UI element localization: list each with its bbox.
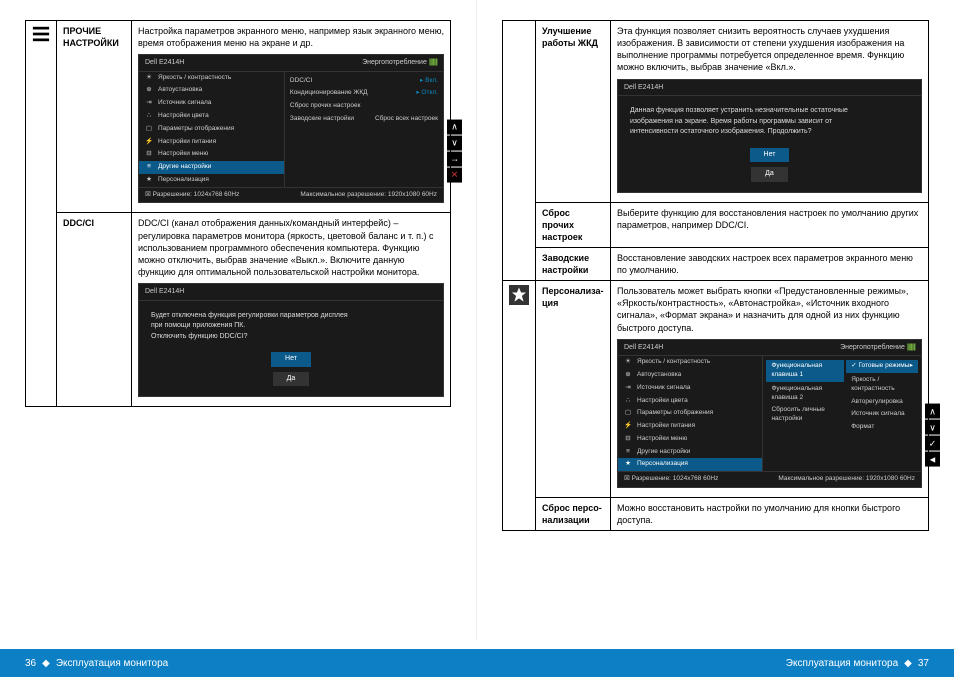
row-desc: Пользователь может выбрать кнопки «Преду… <box>611 281 929 498</box>
row-desc: Восстановление заводских настроек всех п… <box>611 247 929 280</box>
row-label: Персонализа­ция <box>536 281 611 498</box>
osd-other-settings: Dell E2414HЭнергопотребление |||||||||| … <box>138 54 444 203</box>
row-desc: Настройка параметров экранного меню, нап… <box>132 21 451 213</box>
table-row: Заводские настройки Восстановление завод… <box>503 247 929 280</box>
page-spread: ПРОЧИЕ НАСТРОЙКИ Настройка параметров эк… <box>0 0 954 640</box>
row-desc: Выберите функцию для восстановления наст… <box>611 202 929 247</box>
dialog-no-button: Нет <box>271 352 311 367</box>
osd-ddcci-dialog: Dell E2414H Будет отключена функция регу… <box>138 283 444 397</box>
nav-up-icon: ∧ <box>447 119 462 134</box>
table-row: Персонализа­ция Пользователь может выбра… <box>503 281 929 498</box>
row-label: Сброс прочих настроек <box>536 202 611 247</box>
nav-back-icon: ◄ <box>925 452 940 467</box>
row-label: DDC/CI <box>57 213 132 407</box>
osd-nav-buttons: ∧∨→✕ <box>447 119 462 182</box>
table-page37: Улучшение работы ЖКД Эта функция позволя… <box>502 20 929 531</box>
row-label: ПРОЧИЕ НАСТРОЙКИ <box>57 21 132 213</box>
table-row: Сброс прочих настроек Выберите функцию д… <box>503 202 929 247</box>
dialog-yes-button: Да <box>751 167 788 182</box>
row-desc: DDC/CI (канал отображения данных/командн… <box>132 213 451 407</box>
footer-right: Эксплуатация монитора◆37 <box>786 658 929 669</box>
nav-down-icon: ∨ <box>925 420 940 435</box>
section-icon-cell <box>503 21 536 281</box>
nav-right-icon: → <box>447 151 462 166</box>
menu-list-icon <box>32 35 50 45</box>
nav-ok-icon: ✓ <box>925 436 940 451</box>
dialog-yes-button: Да <box>273 372 310 387</box>
section-icon-cell <box>26 21 57 407</box>
table-row: Улучшение работы ЖКД Эта функция позволя… <box>503 21 929 203</box>
row-desc: Эта функция позволяет снизить вероятност… <box>611 21 929 203</box>
table-row: Сброс персо­нализации Можно восстановить… <box>503 497 929 530</box>
row-desc: Можно восстановить настройки по умолчани… <box>611 497 929 530</box>
osd-nav-buttons: ∧∨✓◄ <box>925 404 940 467</box>
row-label: Заводские настройки <box>536 247 611 280</box>
dialog-no-button: Нет <box>750 148 790 163</box>
page-37: Улучшение работы ЖКД Эта функция позволя… <box>477 0 954 640</box>
page-footer: 36◆Эксплуатация монитора Эксплуатация мо… <box>0 649 954 677</box>
section-icon-cell <box>503 281 536 531</box>
row-label: Улучшение работы ЖКД <box>536 21 611 203</box>
row-label: Сброс персо­нализации <box>536 497 611 530</box>
nav-down-icon: ∨ <box>447 135 462 150</box>
nav-up-icon: ∧ <box>925 404 940 419</box>
star-icon <box>509 297 529 307</box>
osd-personalization: Dell E2414HЭнергопотребление |||||||||| … <box>617 339 922 488</box>
footer-left: 36◆Эксплуатация монитора <box>25 658 168 669</box>
osd-lcd-dialog: Dell E2414H Данная функция позволяет уст… <box>617 79 922 193</box>
table-row: DDC/CI DDC/CI (канал отображения данных/… <box>26 213 451 407</box>
page-36: ПРОЧИЕ НАСТРОЙКИ Настройка параметров эк… <box>0 0 477 640</box>
nav-close-icon: ✕ <box>447 167 462 182</box>
table-row: ПРОЧИЕ НАСТРОЙКИ Настройка параметров эк… <box>26 21 451 213</box>
table-page36: ПРОЧИЕ НАСТРОЙКИ Настройка параметров эк… <box>25 20 451 407</box>
